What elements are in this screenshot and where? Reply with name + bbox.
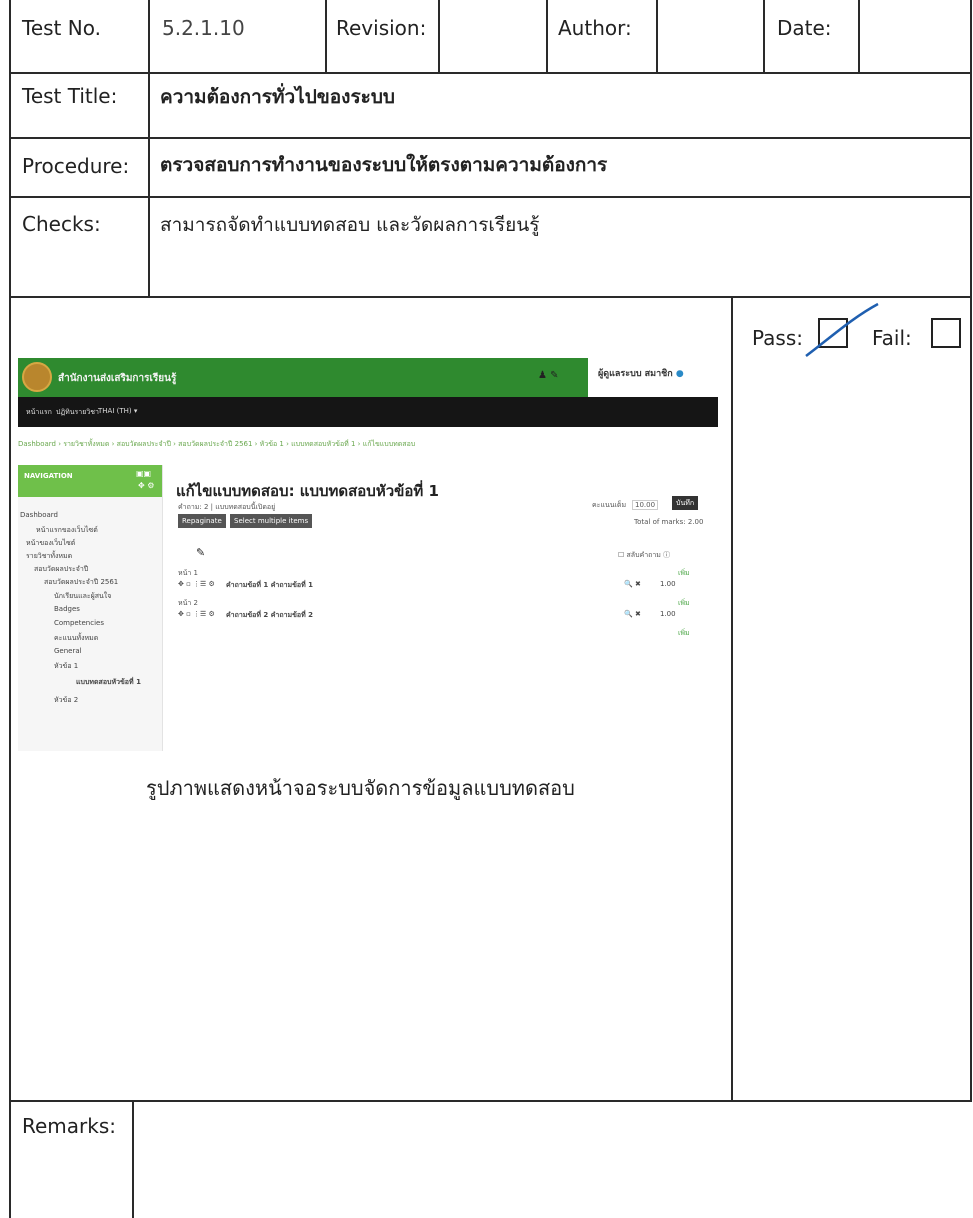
col-divider: [546, 0, 548, 72]
sidebar-item[interactable]: Badges: [54, 605, 80, 613]
result-col-divider: [731, 296, 733, 1100]
block-controls-icon[interactable]: ▣▣: [136, 469, 151, 478]
checks-label: Checks:: [22, 212, 101, 236]
sidebar-item[interactable]: สอบวัดผลประจำปี: [34, 564, 88, 575]
col-divider: [858, 0, 860, 72]
preview-icon[interactable]: 🔍 ✖: [624, 580, 641, 588]
procedure-value: ตรวจสอบการทำงานของระบบให้ตรงตามความต้องก…: [160, 154, 608, 176]
select-multiple-button[interactable]: Select multiple items: [230, 514, 313, 528]
header-icons: ♟ ✎: [538, 370, 559, 381]
table-left-border: [9, 0, 11, 1218]
move-icon[interactable]: ✥ ⚙: [138, 481, 154, 490]
col-divider: [438, 0, 440, 72]
nav-item-home[interactable]: หน้าแรก: [26, 407, 52, 418]
site-logo: [22, 362, 52, 392]
figure-caption: รูปภาพแสดงหน้าจอระบบจัดการข้อมูลแบบทดสอบ: [146, 776, 575, 800]
checks-value: สามารถจัดทำแบบทดสอบ และวัดผลการเรียนรู้: [160, 214, 540, 236]
max-grade-value: 10.00: [632, 500, 659, 510]
site-header: สำนักงานส่งเสริมการเรียนรู้ ♟ ✎ ผู้ดูแลร…: [18, 358, 718, 397]
question-row: ✥ ▫ ⋮☰ ⚙ คำถามข้อที่ 1 คำถามข้อที่ 1 🔍 ✖…: [178, 580, 676, 591]
question-name[interactable]: คำถามข้อที่ 2 คำถามข้อที่ 2: [226, 610, 313, 621]
row-divider: [9, 196, 972, 198]
sidebar-item[interactable]: แบบทดสอบหัวข้อที่ 1: [76, 677, 141, 688]
sidebar-item[interactable]: Dashboard: [20, 511, 58, 519]
col-divider: [325, 0, 327, 72]
nav-item-calendar[interactable]: ปฏิทินรายวิชา: [56, 407, 99, 418]
test-title-label: Test Title:: [22, 84, 118, 108]
question-name[interactable]: คำถามข้อที่ 1 คำถามข้อที่ 1: [226, 580, 313, 591]
sidebar-item[interactable]: สอบวัดผลประจำปี 2561: [44, 577, 118, 588]
col-divider: [656, 0, 658, 72]
fail-checkbox[interactable]: [931, 318, 961, 348]
remarks-label: Remarks:: [22, 1114, 117, 1138]
questions-info: คำถาม: 2 | แบบทดสอบนี้เปิดอยู่: [178, 503, 276, 511]
page-2-label: หน้า 2: [178, 599, 199, 607]
add-link[interactable]: เพิ่ม: [678, 568, 690, 579]
test-title-value: ความต้องการทั่วไปของระบบ: [160, 86, 395, 108]
page-title: แก้ไขแบบทดสอบ: แบบทดสอบหัวข้อที่ 1: [176, 482, 439, 500]
total-marks: Total of marks: 2.00: [634, 518, 704, 526]
sidebar-item[interactable]: หน้าแรกของเว็บไซต์: [36, 525, 98, 536]
nav-block-title: NAVIGATION: [24, 472, 73, 480]
embedded-screenshot: สำนักงานส่งเสริมการเรียนรู้ ♟ ✎ ผู้ดูแลร…: [18, 358, 718, 751]
remarks-col-divider: [132, 1100, 134, 1218]
question-mark[interactable]: 1.00: [660, 610, 676, 618]
sidebar-item[interactable]: หัวข้อ 2: [54, 695, 78, 706]
max-grade-label: คะแนนเต็ม: [592, 501, 627, 509]
sidebar-item[interactable]: คะแนนทั้งหมด: [54, 633, 98, 644]
pass-label: Pass:: [752, 326, 803, 350]
repaginate-button[interactable]: Repaginate: [178, 514, 226, 528]
question-mark[interactable]: 1.00: [660, 580, 676, 588]
col-divider: [148, 0, 150, 296]
site-title: สำนักงานส่งเสริมการเรียนรู้: [58, 373, 177, 384]
procedure-label: Procedure:: [22, 154, 130, 178]
fail-label: Fail:: [872, 326, 912, 350]
sidebar-item[interactable]: นักเรียนและผู้สนใจ: [54, 591, 111, 602]
row-divider: [9, 1100, 972, 1102]
shuffle-toggle[interactable]: ☐ สลับคำถาม ⓘ: [618, 550, 670, 561]
save-button[interactable]: บันทึก: [672, 496, 699, 510]
nav-block-header: NAVIGATION ▣▣ ✥ ⚙: [18, 465, 162, 497]
add-link[interactable]: เพิ่ม: [678, 598, 690, 609]
sidebar-item[interactable]: Competencies: [54, 619, 104, 627]
navigation-sidebar: NAVIGATION ▣▣ ✥ ⚙ Dashboard หน้าแรกของเว…: [18, 465, 163, 751]
breadcrumb[interactable]: Dashboard › รายวิชาทั้งหมด › สอบวัดผลประ…: [18, 439, 415, 450]
user-menu[interactable]: ผู้ดูแลระบบ สมาชิก ●: [598, 366, 684, 380]
nav-item-language[interactable]: THAI (TH) ▾: [98, 407, 137, 415]
sidebar-item[interactable]: รายวิชาทั้งหมด: [26, 551, 72, 562]
page-1-label: หน้า 1: [178, 569, 199, 577]
author-label: Author:: [558, 16, 632, 40]
edit-pencil-icon[interactable]: ✎: [196, 546, 205, 559]
revision-label: Revision:: [336, 16, 427, 40]
row-divider: [9, 137, 972, 139]
row-divider: [9, 72, 972, 74]
top-nav: หน้าแรก ปฏิทินรายวิชา THAI (TH) ▾: [18, 397, 718, 427]
sidebar-item[interactable]: General: [54, 647, 82, 655]
sidebar-item[interactable]: หน้าของเว็บไซต์: [26, 538, 75, 549]
date-label: Date:: [777, 16, 832, 40]
add-link[interactable]: เพิ่ม: [678, 628, 690, 639]
row-divider: [9, 296, 972, 298]
col-divider: [763, 0, 765, 72]
test-no-value: 5.2.1.10: [162, 16, 245, 40]
question-row: ✥ ▫ ⋮☰ ⚙ คำถามข้อที่ 2 คำถามข้อที่ 2 🔍 ✖…: [178, 610, 676, 621]
sidebar-item[interactable]: หัวข้อ 1: [54, 661, 78, 672]
preview-icon[interactable]: 🔍 ✖: [624, 610, 641, 618]
test-no-label: Test No.: [22, 16, 101, 40]
table-right-border: [970, 0, 972, 1100]
